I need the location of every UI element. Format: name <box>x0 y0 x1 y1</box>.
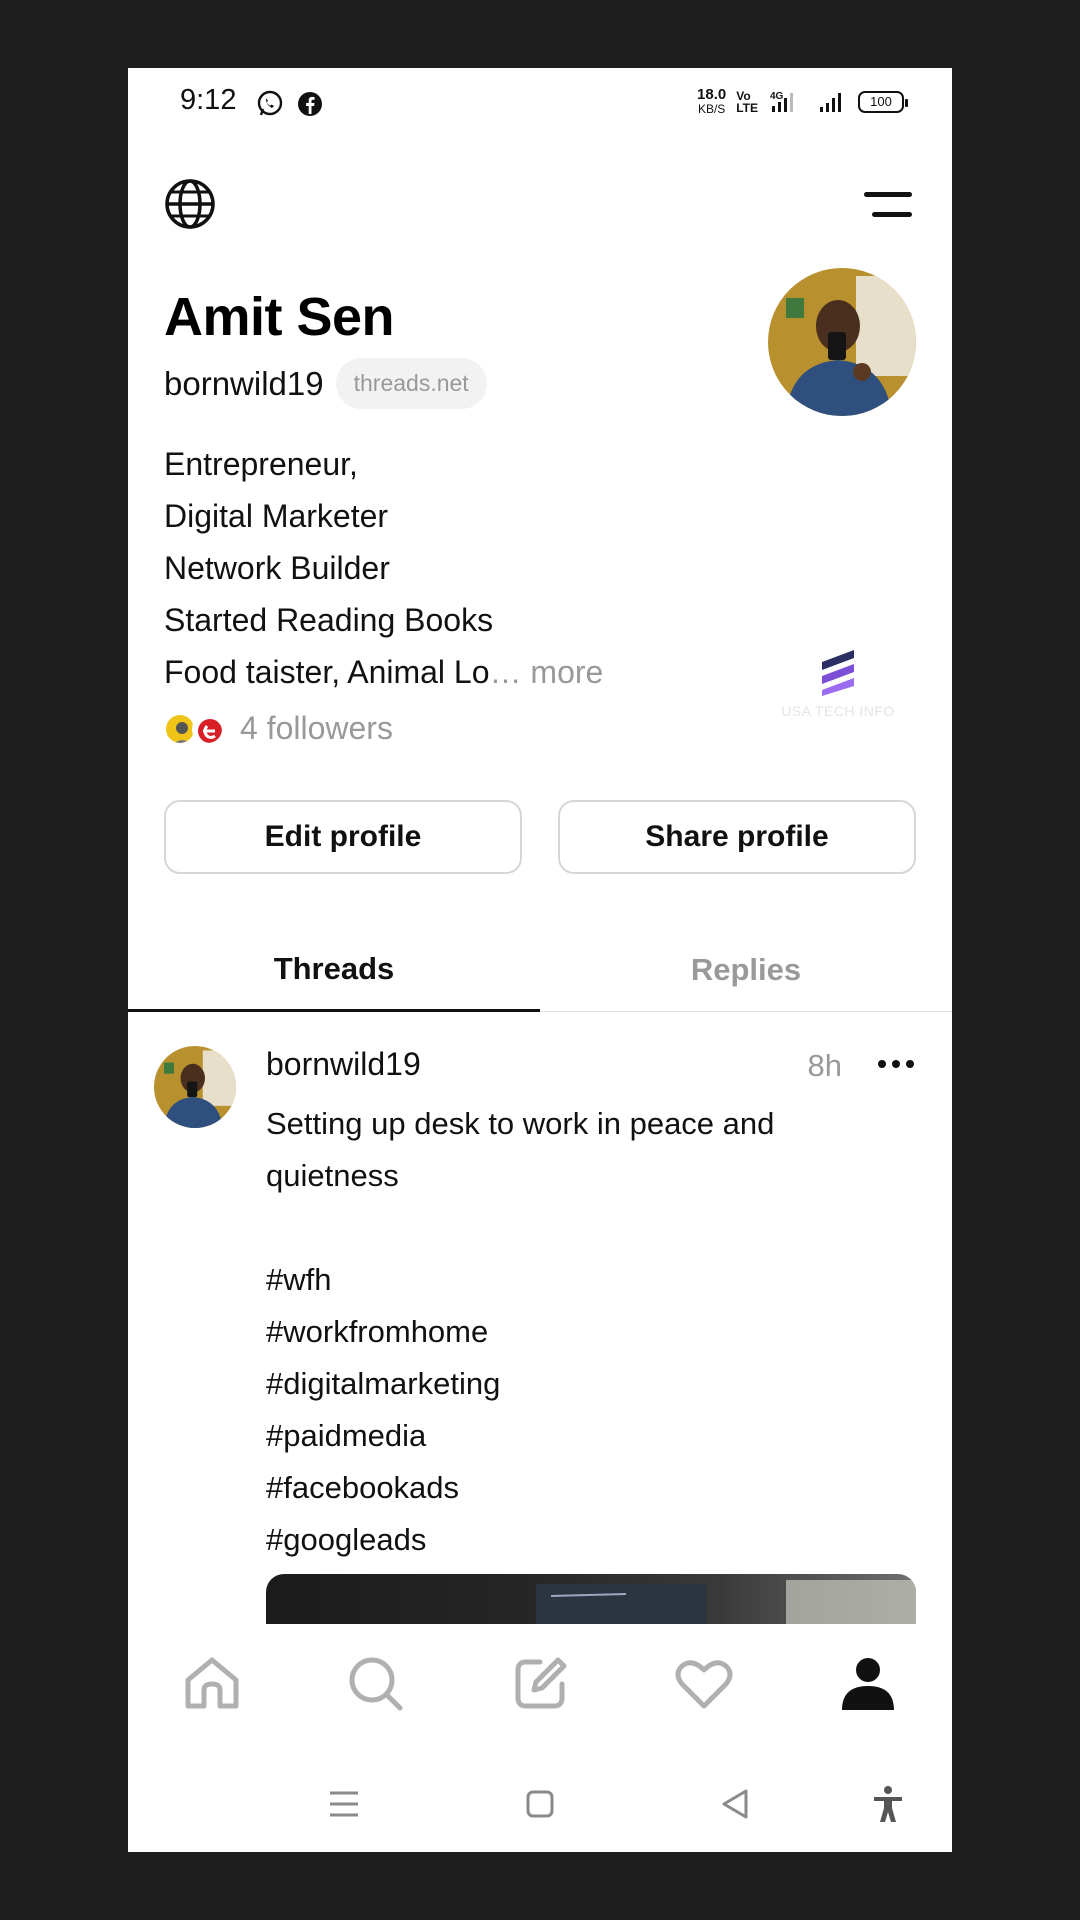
bio-line: Network Builder <box>164 550 390 586</box>
search-icon[interactable] <box>344 1652 408 1716</box>
handle-row: bornwild19 threads.net <box>164 358 487 409</box>
facebook-icon <box>298 92 322 116</box>
bio-line: Digital Marketer <box>164 498 389 534</box>
profile-name: Amit Sen <box>164 287 395 347</box>
home-button-icon[interactable] <box>520 1784 560 1824</box>
svg-text:4G: 4G <box>770 91 784 102</box>
post-username[interactable]: bornwild19 <box>266 1046 421 1083</box>
profile-bio: Entrepreneur, Digital Marketer Network B… <box>164 438 764 698</box>
menu-icon[interactable] <box>864 190 912 220</box>
net-speed: 18.0 KB/S <box>697 86 727 116</box>
post-timestamp: 8h <box>807 1048 842 1083</box>
hashtag[interactable]: #paidmedia <box>266 1410 906 1462</box>
home-icon[interactable] <box>180 1652 244 1716</box>
accessibility-icon[interactable] <box>868 1784 908 1824</box>
bottom-nav <box>128 1624 952 1744</box>
hashtag[interactable]: #googleads <box>266 1514 906 1566</box>
post-avatar[interactable] <box>154 1046 236 1128</box>
hashtag[interactable]: #digitalmarketing <box>266 1358 906 1410</box>
compose-icon[interactable] <box>508 1652 572 1716</box>
back-icon[interactable] <box>716 1784 756 1824</box>
profile-username: bornwild19 <box>164 364 324 402</box>
recent-apps-icon[interactable] <box>324 1784 364 1824</box>
bio-more-link[interactable]: more <box>522 654 603 690</box>
signal-icon <box>820 93 841 112</box>
hashtag[interactable]: #workfromhome <box>266 1306 906 1358</box>
watermark-logo-icon <box>822 650 854 696</box>
bio-line: Started Reading Books <box>164 602 494 638</box>
profile-tabs: Threads Replies <box>128 928 952 1012</box>
phone-screen: 9:12 18.0 KB/S Vo LTE 4G 100 Amit Sen bo… <box>128 68 952 1852</box>
followers-count: 4 followers <box>240 710 393 746</box>
domain-chip[interactable]: threads.net <box>335 358 487 409</box>
hashtag[interactable]: #facebookads <box>266 1462 906 1514</box>
follower-avatar <box>192 712 224 745</box>
globe-icon[interactable] <box>164 178 216 230</box>
whatsapp-icon <box>257 90 283 116</box>
bio-line: Food taister, Animal Lo… more <box>164 654 604 690</box>
share-profile-button[interactable]: Share profile <box>558 800 916 874</box>
tab-replies[interactable]: Replies <box>540 928 952 1012</box>
followers-row[interactable]: 4 followers <box>164 710 393 747</box>
profile-avatar[interactable] <box>768 268 916 416</box>
watermark: USA TECH INFO <box>768 648 908 719</box>
status-bar: 9:12 18.0 KB/S Vo LTE 4G 100 <box>128 68 952 138</box>
heart-icon[interactable] <box>672 1652 736 1716</box>
system-nav-bar <box>128 1768 952 1852</box>
hashtag[interactable]: #wfh <box>266 1254 906 1306</box>
post-body: Setting up desk to work in peace and qui… <box>266 1098 906 1566</box>
edit-profile-button[interactable]: Edit profile <box>164 800 522 874</box>
status-right: 18.0 KB/S Vo LTE 4G 100 <box>697 86 908 116</box>
volte-indicator: Vo LTE <box>736 89 758 115</box>
tab-threads[interactable]: Threads <box>128 928 540 1012</box>
signal-4g-icon: 4G <box>770 91 793 112</box>
profile-icon[interactable] <box>836 1652 900 1716</box>
battery-icon: 100 <box>858 91 908 113</box>
status-time: 9:12 <box>180 84 237 116</box>
more-options-icon[interactable] <box>876 1056 916 1072</box>
bio-line: Entrepreneur, <box>164 446 358 482</box>
